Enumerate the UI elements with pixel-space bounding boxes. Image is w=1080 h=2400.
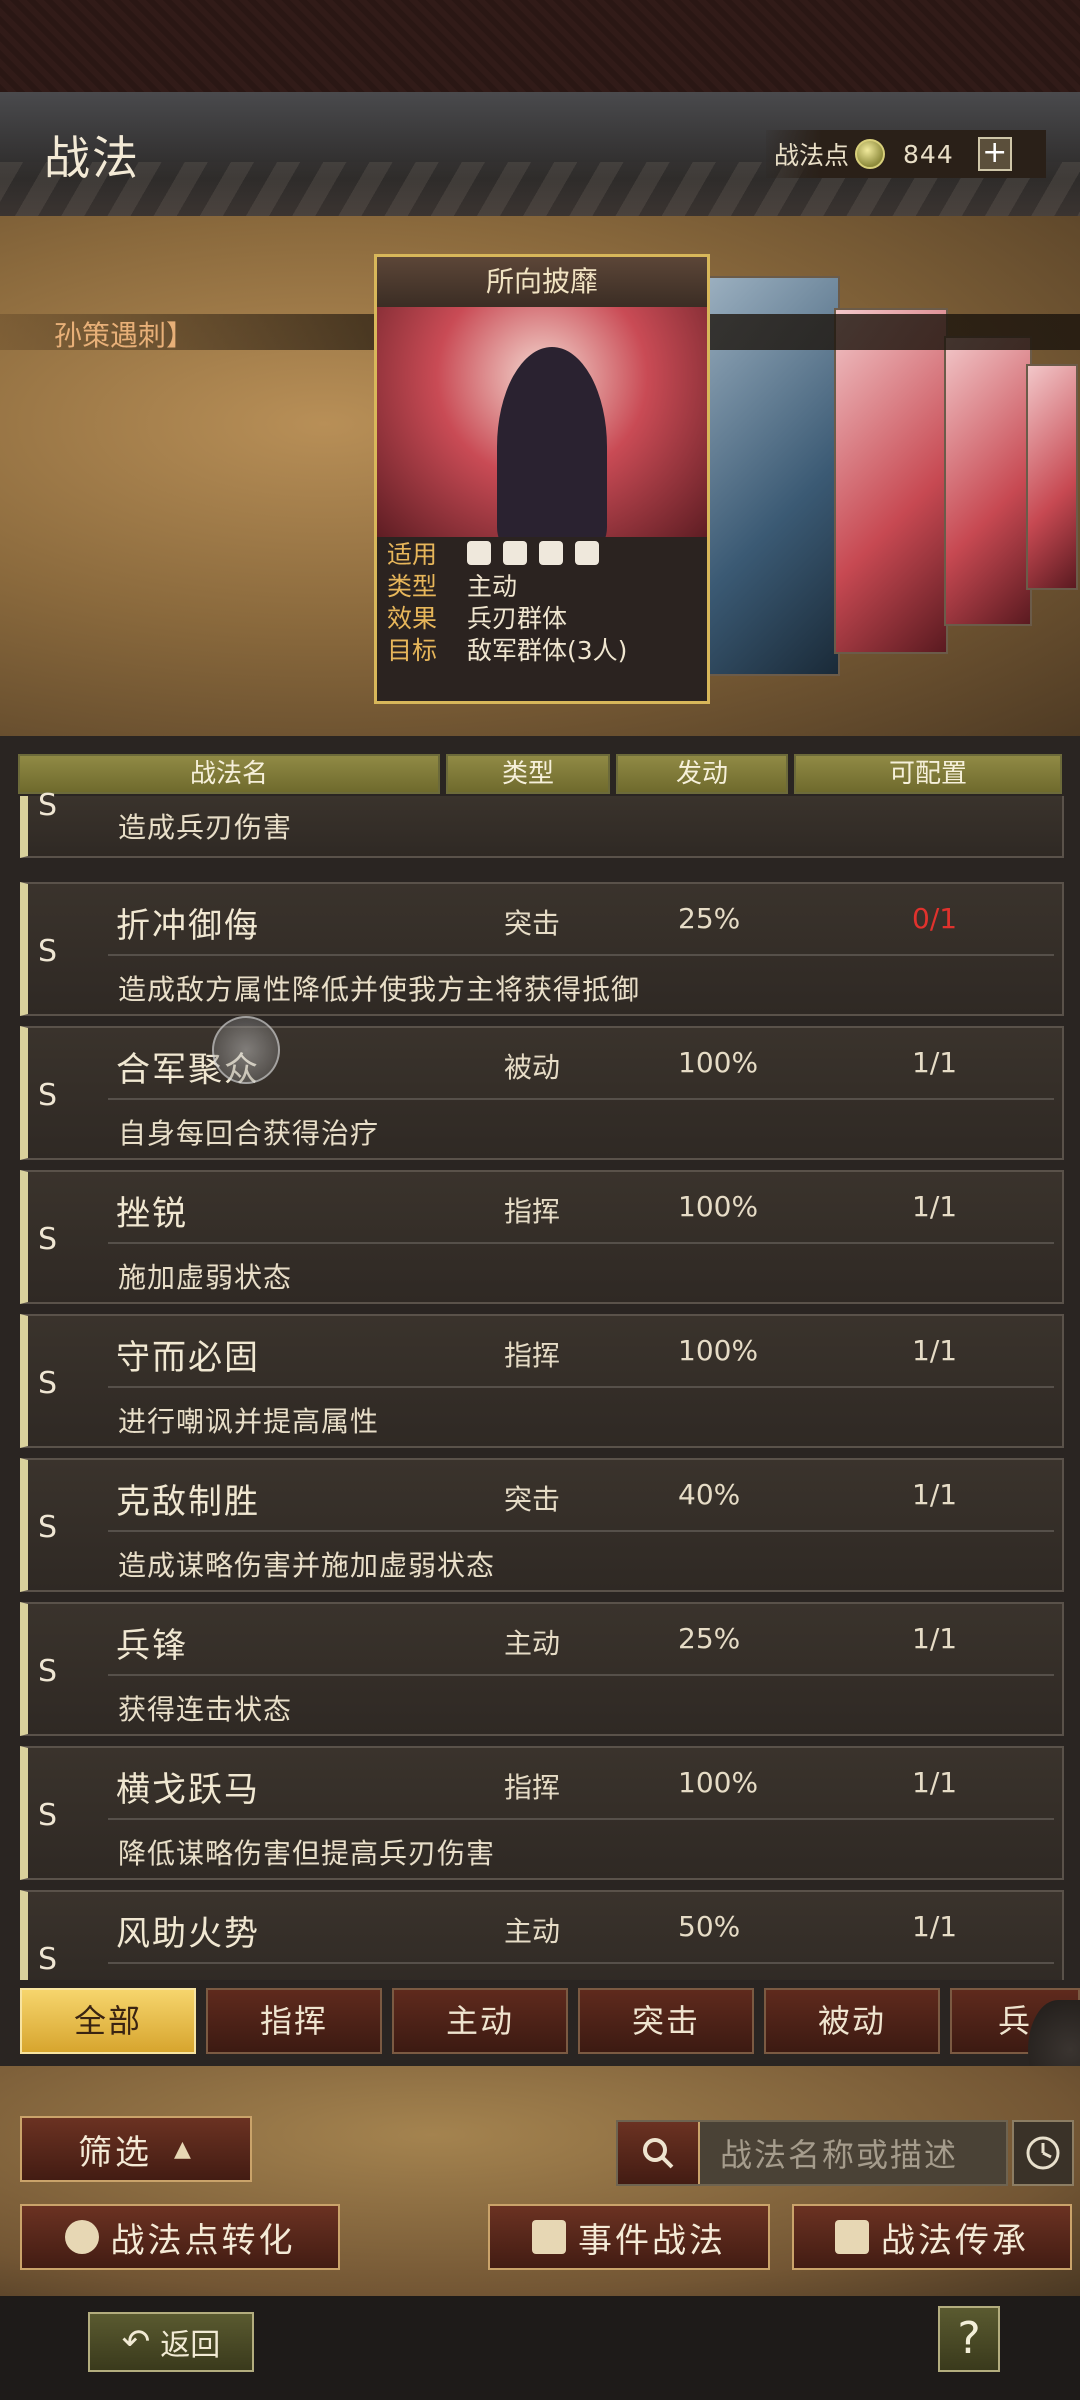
list-item[interactable]: S 合军聚众 被动 100% 1/1 自身每回合获得治疗 — [20, 1026, 1064, 1160]
filter-button[interactable]: 筛选 ▲ — [20, 2116, 252, 2182]
tab-assault[interactable]: 突击 — [578, 1988, 754, 2054]
bottom-panel: 筛选 ▲ 战法名称或描述 战法点转化 事件战法 战法传承 — [0, 2066, 1080, 2296]
tab-active[interactable]: 主动 — [392, 1988, 568, 2054]
list-item-partial[interactable]: S 造成兵刃伤害 — [20, 788, 1064, 858]
card-art — [377, 307, 707, 537]
tab-passive[interactable]: 被动 — [764, 1988, 940, 2054]
event-tactics-button[interactable]: 事件战法 — [488, 2204, 770, 2270]
back-button[interactable]: ↶ 返回 — [88, 2312, 254, 2372]
archer-icon — [539, 541, 563, 565]
tab-all[interactable]: 全部 — [20, 1988, 196, 2054]
top-decor-band — [0, 0, 1080, 92]
cavalry-icon — [467, 541, 491, 565]
troop-type-icons — [467, 541, 599, 565]
header: 战法 战法点 844 + — [0, 92, 1080, 216]
column-config[interactable]: 可配置 — [794, 754, 1062, 794]
card-info-row: 目标 敌军群体(3人) — [387, 636, 628, 665]
list-item[interactable]: S 兵锋 主动 25% 1/1 获得连击状态 — [20, 1602, 1064, 1736]
card-back[interactable] — [944, 336, 1032, 626]
list-item[interactable]: S 克敌制胜 突击 40% 1/1 造成谋略伤害并施加虚弱状态 — [20, 1458, 1064, 1592]
tactic-points: 战法点 844 + — [766, 130, 1046, 178]
floating-assist-button[interactable] — [212, 1016, 280, 1084]
flame-icon — [64, 2220, 99, 2254]
card-info-row: 效果 兵刃群体 — [387, 604, 568, 633]
card-back[interactable] — [834, 308, 948, 654]
scroll-icon — [532, 2220, 566, 2254]
search-placeholder: 战法名称或描述 — [720, 2136, 959, 2174]
points-label: 战法点 — [774, 141, 850, 170]
search-icon[interactable] — [618, 2122, 700, 2184]
coin-icon — [855, 139, 886, 169]
filter-tabs: 全部 指挥 主动 突击 被动 兵 — [0, 1980, 1080, 2066]
help-button[interactable]: ? — [938, 2306, 1000, 2372]
tactic-list[interactable]: 战法名 类型 发动 可配置 S 造成兵刃伤害 S 折冲御侮 突击 25% 0/1… — [0, 736, 1080, 1996]
back-arrow-icon: ↶ — [121, 2322, 151, 2362]
card-back[interactable] — [1026, 364, 1078, 590]
event-title: 孙策遇刺】 — [54, 319, 195, 352]
caret-up-icon: ▲ — [174, 2136, 194, 2162]
featured-banner: 孙策遇刺】 所向披靡 适用 类型 主动 效果 兵刃群体 目标 敌军群体(3人) — [0, 216, 1080, 736]
page-title: 战法 — [44, 131, 140, 185]
column-rate[interactable]: 发动 — [616, 754, 788, 794]
shield-icon — [503, 541, 527, 565]
list-item[interactable]: S 守而必固 指挥 100% 1/1 进行嘲讽并提高属性 — [20, 1314, 1064, 1448]
card-info-row: 类型 主动 — [387, 572, 518, 601]
list-item[interactable]: S 折冲御侮 突击 25% 0/1 造成敌方属性降低并使我方主将获得抵御 — [20, 882, 1064, 1016]
footer: ↶ 返回 ? — [0, 2296, 1080, 2400]
add-points-button[interactable]: + — [977, 137, 1012, 171]
column-type[interactable]: 类型 — [446, 754, 610, 794]
featured-card[interactable]: 所向披靡 适用 类型 主动 效果 兵刃群体 目标 敌军群体(3人) — [374, 254, 710, 704]
tab-command[interactable]: 指挥 — [206, 1988, 382, 2054]
list-item[interactable]: S 挫锐 指挥 100% 1/1 施加虚弱状态 — [20, 1170, 1064, 1304]
hammer-icon — [835, 2220, 869, 2254]
card-title: 所向披靡 — [377, 257, 707, 307]
search-field[interactable]: 战法名称或描述 — [616, 2120, 1008, 2186]
wheel-icon — [575, 541, 599, 565]
column-name[interactable]: 战法名 — [18, 754, 440, 794]
card-info-row: 适用 — [377, 537, 707, 569]
history-clock-icon[interactable] — [1012, 2120, 1074, 2186]
points-value: 844 — [903, 139, 954, 169]
list-item[interactable]: S 横戈跃马 指挥 100% 1/1 降低谋略伤害但提高兵刃伤害 — [20, 1746, 1064, 1880]
convert-points-button[interactable]: 战法点转化 — [20, 2204, 340, 2270]
inherit-tactics-button[interactable]: 战法传承 — [792, 2204, 1072, 2270]
